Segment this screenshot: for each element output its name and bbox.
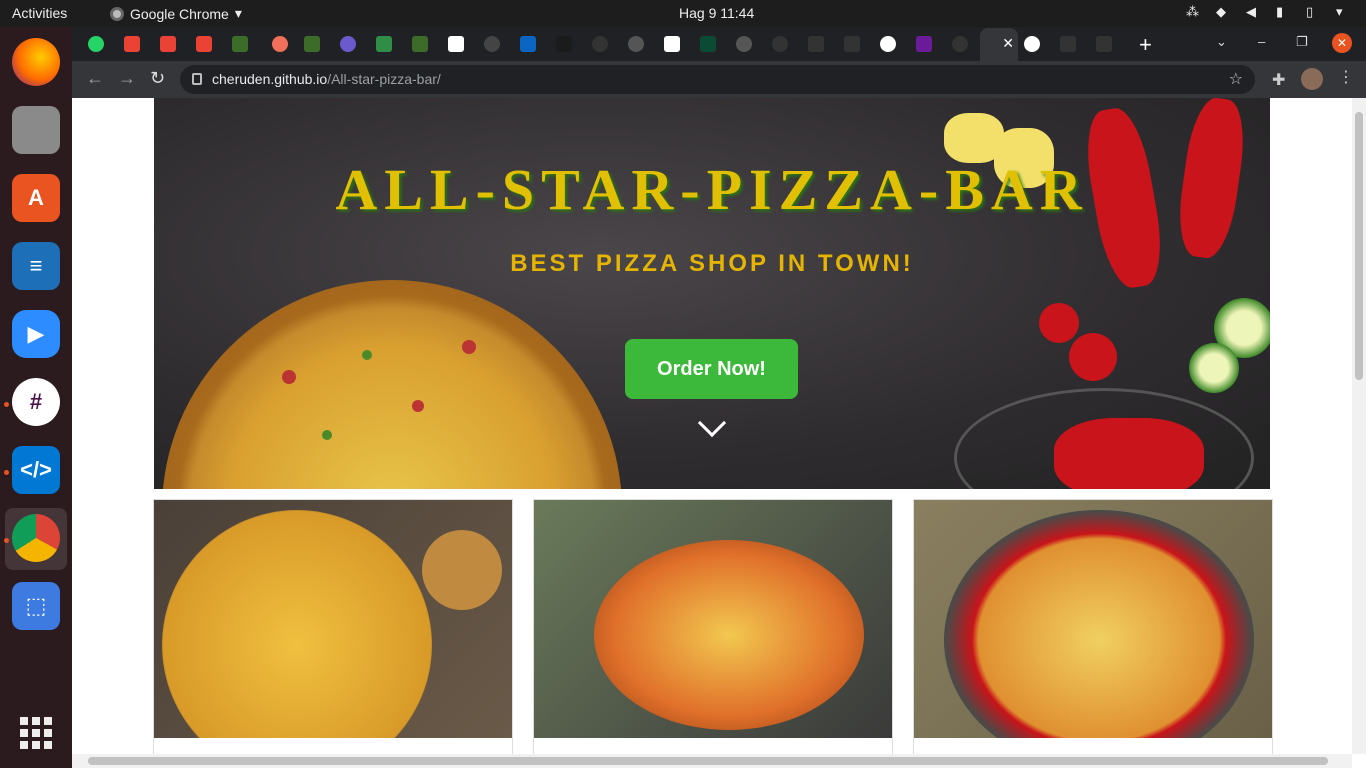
google-tab-icon[interactable] <box>1024 36 1040 52</box>
page-viewport: ALL-STAR-PIZZA-BAR BEST PIZZA SHOP IN TO… <box>72 98 1352 754</box>
show-apps-icon[interactable] <box>20 717 52 749</box>
geeksforgeeks-tab-icon[interactable] <box>376 36 392 52</box>
globe-tab-icon[interactable] <box>628 36 644 52</box>
tomato-image <box>1069 333 1117 381</box>
url-text: cheruden.github.io/All-star-pizza-bar/ <box>212 71 441 87</box>
basket-image <box>954 388 1254 489</box>
vscode-icon[interactable]: </> <box>12 446 60 494</box>
forward-icon[interactable]: → <box>118 68 136 89</box>
pizza-card[interactable] <box>153 499 513 754</box>
tab-search-icon[interactable]: ⌄ <box>1216 34 1227 50</box>
scrollbar-thumb[interactable] <box>1355 112 1363 380</box>
whatsapp-tab-icon[interactable] <box>88 36 104 52</box>
lock-icon <box>192 73 202 85</box>
dock: A ≡ ▶ # </> ⬚ <box>0 27 72 768</box>
activities-button[interactable]: Activities <box>12 5 67 21</box>
wifi-icon: ◆ <box>1216 4 1226 19</box>
code-tab-icon[interactable] <box>808 36 824 52</box>
page-subtitle: BEST PIZZA SHOP IN TOWN! <box>510 250 914 277</box>
tomato-image <box>1039 303 1079 343</box>
gmail-tab-icon[interactable] <box>196 36 212 52</box>
vertical-scrollbar[interactable] <box>1352 98 1366 754</box>
microphone-icon: ▮ <box>1276 4 1284 19</box>
hero-pizza-image <box>162 280 622 489</box>
new-tab-button[interactable]: + <box>1139 32 1152 58</box>
globe-tab-icon[interactable] <box>736 36 752 52</box>
chrome-small-icon <box>110 6 124 21</box>
hero-banner: ALL-STAR-PIZZA-BAR BEST PIZZA SHOP IN TO… <box>154 98 1270 489</box>
running-indicator <box>4 402 9 407</box>
record-tab-icon[interactable] <box>272 36 288 52</box>
minimize-icon[interactable]: – <box>1258 34 1265 49</box>
browser-window: ✕ + ⌄ – ❐ ✕ ← → ↻ cheruden.github.io/All… <box>72 27 1366 768</box>
pizza-photo <box>534 500 892 738</box>
google-tab-icon[interactable] <box>880 36 896 52</box>
files-icon[interactable] <box>12 106 60 154</box>
browser-toolbar: ← → ↻ cheruden.github.io/All-star-pizza-… <box>72 61 1366 98</box>
system-top-bar: Activities Google Chrome ▾ Hag 9 11:44 ⁂… <box>0 0 1366 27</box>
network-icon: ⁂ <box>1186 4 1199 19</box>
chevron-down-icon[interactable] <box>697 408 727 438</box>
system-tray[interactable]: ⁂ ◆ ◀ ▮ ▯ ▾ <box>1186 4 1352 20</box>
extensions-icon[interactable]: ✚ <box>1272 70 1285 90</box>
palm-tree-tab-icon[interactable] <box>412 36 428 52</box>
c-logo-tab-icon[interactable] <box>340 36 356 52</box>
window-close-icon[interactable]: ✕ <box>1332 33 1352 53</box>
github-tab-icon[interactable] <box>592 36 608 52</box>
close-tab-icon[interactable]: ✕ <box>1002 35 1014 52</box>
slack-icon[interactable]: # <box>12 378 60 426</box>
pizza-photo <box>914 500 1272 738</box>
volume-icon: ◀ <box>1246 4 1256 19</box>
code-tab-icon[interactable] <box>1060 36 1076 52</box>
palm-tree-tab-icon[interactable] <box>304 36 320 52</box>
clock[interactable]: Hag 9 11:44 <box>679 5 754 21</box>
chrome-icon[interactable] <box>12 514 60 562</box>
horizontal-scrollbar[interactable] <box>72 754 1352 768</box>
tab-strip: ✕ + ⌄ – ❐ ✕ <box>72 27 1366 61</box>
app-menu[interactable]: Google Chrome ▾ <box>110 5 242 22</box>
gmail-tab-icon[interactable] <box>124 36 140 52</box>
github-tab-icon[interactable] <box>952 36 968 52</box>
menu-icon[interactable]: ⋮ <box>1338 67 1354 87</box>
w3schools-tab-icon[interactable] <box>448 36 464 52</box>
reload-icon[interactable]: ↻ <box>150 68 165 89</box>
codepen-tab-icon[interactable] <box>664 36 680 52</box>
gmail-tab-icon[interactable] <box>160 36 176 52</box>
scrollbar-thumb[interactable] <box>88 757 1328 765</box>
address-bar[interactable]: cheruden.github.io/All-star-pizza-bar/ ☆ <box>180 65 1255 94</box>
code-tab-icon[interactable] <box>1096 36 1112 52</box>
github-tab-icon[interactable] <box>772 36 788 52</box>
running-indicator <box>4 538 9 543</box>
pizza-card[interactable] <box>533 499 893 754</box>
screenshot-icon[interactable]: ⬚ <box>12 582 60 630</box>
back-icon[interactable]: ← <box>86 68 104 89</box>
django-tab-icon[interactable] <box>700 36 716 52</box>
maximize-icon[interactable]: ❐ <box>1296 34 1308 50</box>
linkedin-tab-icon[interactable] <box>520 36 536 52</box>
libreoffice-writer-icon[interactable]: ≡ <box>12 242 60 290</box>
purple-tab-icon[interactable] <box>916 36 932 52</box>
app-menu-label: Google Chrome <box>130 5 229 22</box>
avatar[interactable] <box>1301 68 1323 90</box>
generic-tab-icon[interactable] <box>484 36 500 52</box>
active-tab[interactable]: ✕ <box>980 28 1018 61</box>
bookmark-star-icon[interactable]: ☆ <box>1229 69 1243 89</box>
code-tab-icon[interactable] <box>844 36 860 52</box>
dropdown-icon: ▾ <box>1336 4 1343 19</box>
pizza-card[interactable] <box>913 499 1273 754</box>
order-now-button[interactable]: Order Now! <box>625 339 798 399</box>
chevron-down-icon: ▾ <box>234 5 242 21</box>
pizza-photo <box>154 500 512 738</box>
page-title: ALL-STAR-PIZZA-BAR <box>335 157 1089 222</box>
mdn-tab-icon[interactable] <box>556 36 572 52</box>
zucchini-image <box>1189 343 1239 393</box>
zoom-icon[interactable]: ▶ <box>12 310 60 358</box>
battery-icon: ▯ <box>1306 4 1314 19</box>
running-indicator <box>4 470 9 475</box>
software-center-icon[interactable]: A <box>12 174 60 222</box>
palm-tree-tab-icon[interactable] <box>232 36 248 52</box>
firefox-icon[interactable] <box>12 38 60 86</box>
